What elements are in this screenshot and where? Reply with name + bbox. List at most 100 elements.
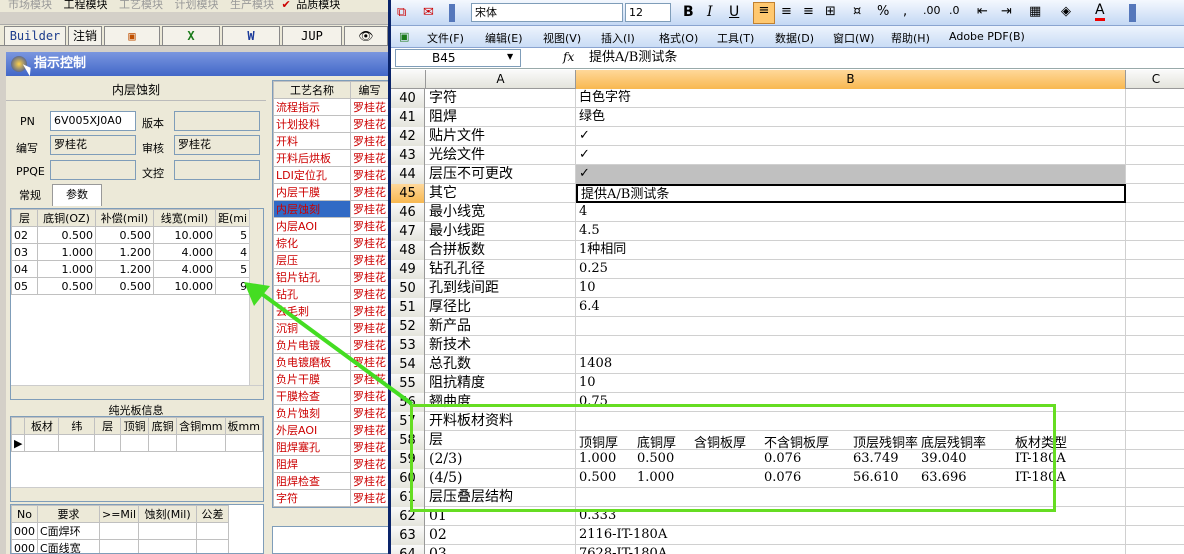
increase-decimal-icon[interactable]: .00: [923, 4, 941, 17]
menu-tools[interactable]: 工具(T): [717, 30, 754, 46]
cell-b[interactable]: 绿色: [576, 108, 1126, 127]
cell-b[interactable]: 0.25: [576, 260, 1126, 279]
row-header[interactable]: 43: [391, 146, 425, 165]
table-row[interactable]: 03 1.000 1.200 4.000 4: [11, 243, 251, 261]
cell-a[interactable]: 字符: [426, 89, 576, 108]
increase-indent-icon[interactable]: ⇥: [1001, 4, 1012, 19]
table-row[interactable]: 02 0.500 0.500 10.000 5: [11, 226, 251, 244]
module-quality[interactable]: 品质模块: [296, 0, 340, 10]
percent-icon[interactable]: %: [877, 4, 889, 19]
horizontal-scrollbar[interactable]: [11, 385, 263, 399]
comma-icon[interactable]: ,: [903, 4, 907, 19]
table-row[interactable]: 内层干膜 罗桂花: [273, 183, 388, 201]
access-icon[interactable]: ▣: [104, 26, 160, 46]
menu-adobe-pdf[interactable]: Adobe PDF(B): [949, 30, 1025, 43]
layer-grid[interactable]: 层 底铜(OZ) 补偿(mil) 线宽(mil) 距(mi 02 0.500 0.5…: [10, 208, 264, 400]
column-header-a[interactable]: A: [426, 70, 576, 89]
cell-b[interactable]: ✓: [576, 165, 1126, 184]
sheet-row[interactable]: 54 总孔数 1408: [391, 355, 1184, 374]
ppqe-field[interactable]: [50, 160, 136, 180]
cell-a[interactable]: 02: [426, 526, 576, 545]
tab-general[interactable]: 常规: [8, 186, 52, 206]
cell-a[interactable]: 贴片文件: [426, 127, 576, 146]
menu-file[interactable]: 文件(F): [427, 30, 464, 46]
bold-icon[interactable]: B: [683, 4, 694, 20]
row-header[interactable]: 64: [391, 545, 425, 554]
align-left-icon[interactable]: ≡: [753, 2, 775, 24]
sheet-row[interactable]: 41 阻焊 绿色: [391, 108, 1184, 127]
menu-view[interactable]: 视图(V): [543, 30, 581, 46]
row-header[interactable]: 40: [391, 89, 425, 108]
sheet-row[interactable]: 46 最小线宽 4: [391, 203, 1184, 222]
author-field[interactable]: 罗桂花: [50, 135, 136, 155]
tab-params[interactable]: 参数: [52, 184, 102, 206]
menu-help[interactable]: 帮助(H): [891, 30, 930, 46]
plate-grid[interactable]: 板材 纬 层 顶铜 底铜 含铜mm 板mm ▶: [10, 416, 264, 502]
table-row[interactable]: 000 C面线宽: [11, 539, 230, 553]
cell-b[interactable]: 4: [576, 203, 1126, 222]
toolbar-chevron-icon[interactable]: [1129, 4, 1136, 22]
table-row[interactable]: 流程指示 罗桂花: [273, 98, 388, 116]
table-row[interactable]: 开料后烘板 罗桂花: [273, 149, 388, 167]
cell-a[interactable]: 最小线距: [426, 222, 576, 241]
cell-b[interactable]: 2116-IT-180A: [576, 526, 1126, 545]
table-row[interactable]: 外层AOI 罗桂花: [273, 421, 388, 439]
sheet-row[interactable]: 49 钻孔孔径 0.25: [391, 260, 1184, 279]
eye-icon[interactable]: 👁: [344, 26, 388, 46]
sheet-row[interactable]: 64037628-IT-180A: [391, 545, 1184, 554]
cell-b[interactable]: 10: [576, 374, 1126, 393]
module-plan[interactable]: 计划模块: [175, 0, 219, 10]
table-row[interactable]: 棕化 罗桂花: [273, 234, 388, 252]
toolbar-handle[interactable]: [449, 4, 455, 22]
version-field[interactable]: [174, 111, 260, 131]
row-header[interactable]: 46: [391, 203, 425, 222]
cell-b[interactable]: 10: [576, 279, 1126, 298]
sheet-row[interactable]: 43 光绘文件 ✓: [391, 146, 1184, 165]
row-header[interactable]: 47: [391, 222, 425, 241]
sheet-row[interactable]: 42 贴片文件 ✓: [391, 127, 1184, 146]
fx-icon[interactable]: fx: [563, 50, 574, 64]
module-process[interactable]: 工艺模块: [119, 0, 163, 10]
word-icon[interactable]: W: [222, 26, 280, 46]
menu-window[interactable]: 窗口(W): [833, 30, 874, 46]
cell-a[interactable]: 合拼板数: [426, 241, 576, 260]
cell-b[interactable]: [576, 317, 1126, 336]
column-header-c[interactable]: C: [1126, 70, 1184, 89]
cell-b[interactable]: 4.5: [576, 222, 1126, 241]
builder-button[interactable]: Builder: [4, 26, 66, 46]
review-field[interactable]: 罗桂花: [174, 135, 260, 155]
sheet-row[interactable]: 48 合拼板数 1种相同: [391, 241, 1184, 260]
table-row[interactable]: ▶: [11, 434, 263, 452]
fill-color-icon[interactable]: ◈: [1061, 4, 1071, 19]
decrease-decimal-icon[interactable]: .0: [949, 4, 960, 17]
sheet-row[interactable]: 47 最小线距 4.5: [391, 222, 1184, 241]
sheet-row[interactable]: 52 新产品: [391, 317, 1184, 336]
font-name-select[interactable]: 宋体: [471, 3, 623, 22]
cell-a[interactable]: 总孔数: [426, 355, 576, 374]
table-row[interactable]: 05 0.500 0.500 10.000 9: [11, 277, 251, 295]
cell-b[interactable]: 白色字符: [576, 89, 1126, 108]
logout-button[interactable]: 注销: [68, 26, 102, 46]
table-row[interactable]: 开料 罗桂花: [273, 132, 388, 150]
menu-insert[interactable]: 插入(I): [601, 30, 635, 46]
font-color-icon[interactable]: A: [1095, 3, 1105, 21]
pn-field[interactable]: 6V005XJ0A0: [50, 111, 136, 131]
cell-a[interactable]: 厚径比: [426, 298, 576, 317]
cell-a[interactable]: 层压不可更改: [426, 165, 576, 184]
cell-a[interactable]: 光绘文件: [426, 146, 576, 165]
decrease-indent-icon[interactable]: ⇤: [977, 4, 988, 19]
menu-data[interactable]: 数据(D): [775, 30, 814, 46]
borders-icon[interactable]: ▦: [1029, 4, 1041, 19]
menu-edit[interactable]: 编辑(E): [485, 30, 523, 46]
cell-b[interactable]: 1408: [576, 355, 1126, 374]
module-engineering[interactable]: 工程模块: [64, 0, 108, 10]
cell-b[interactable]: 7628-IT-180A: [576, 545, 1126, 554]
sheet-row[interactable]: 55 阻抗精度 10: [391, 374, 1184, 393]
cell-a[interactable]: 阻焊: [426, 108, 576, 127]
merge-center-icon[interactable]: ⊞: [825, 4, 836, 19]
align-right-icon[interactable]: ≡: [803, 4, 814, 19]
sheet-row[interactable]: 51 厚径比 6.4: [391, 298, 1184, 317]
menu-format[interactable]: 格式(O): [659, 30, 698, 46]
cell-b[interactable]: 提供A/B测试条: [576, 184, 1126, 203]
row-header[interactable]: 41: [391, 108, 425, 127]
